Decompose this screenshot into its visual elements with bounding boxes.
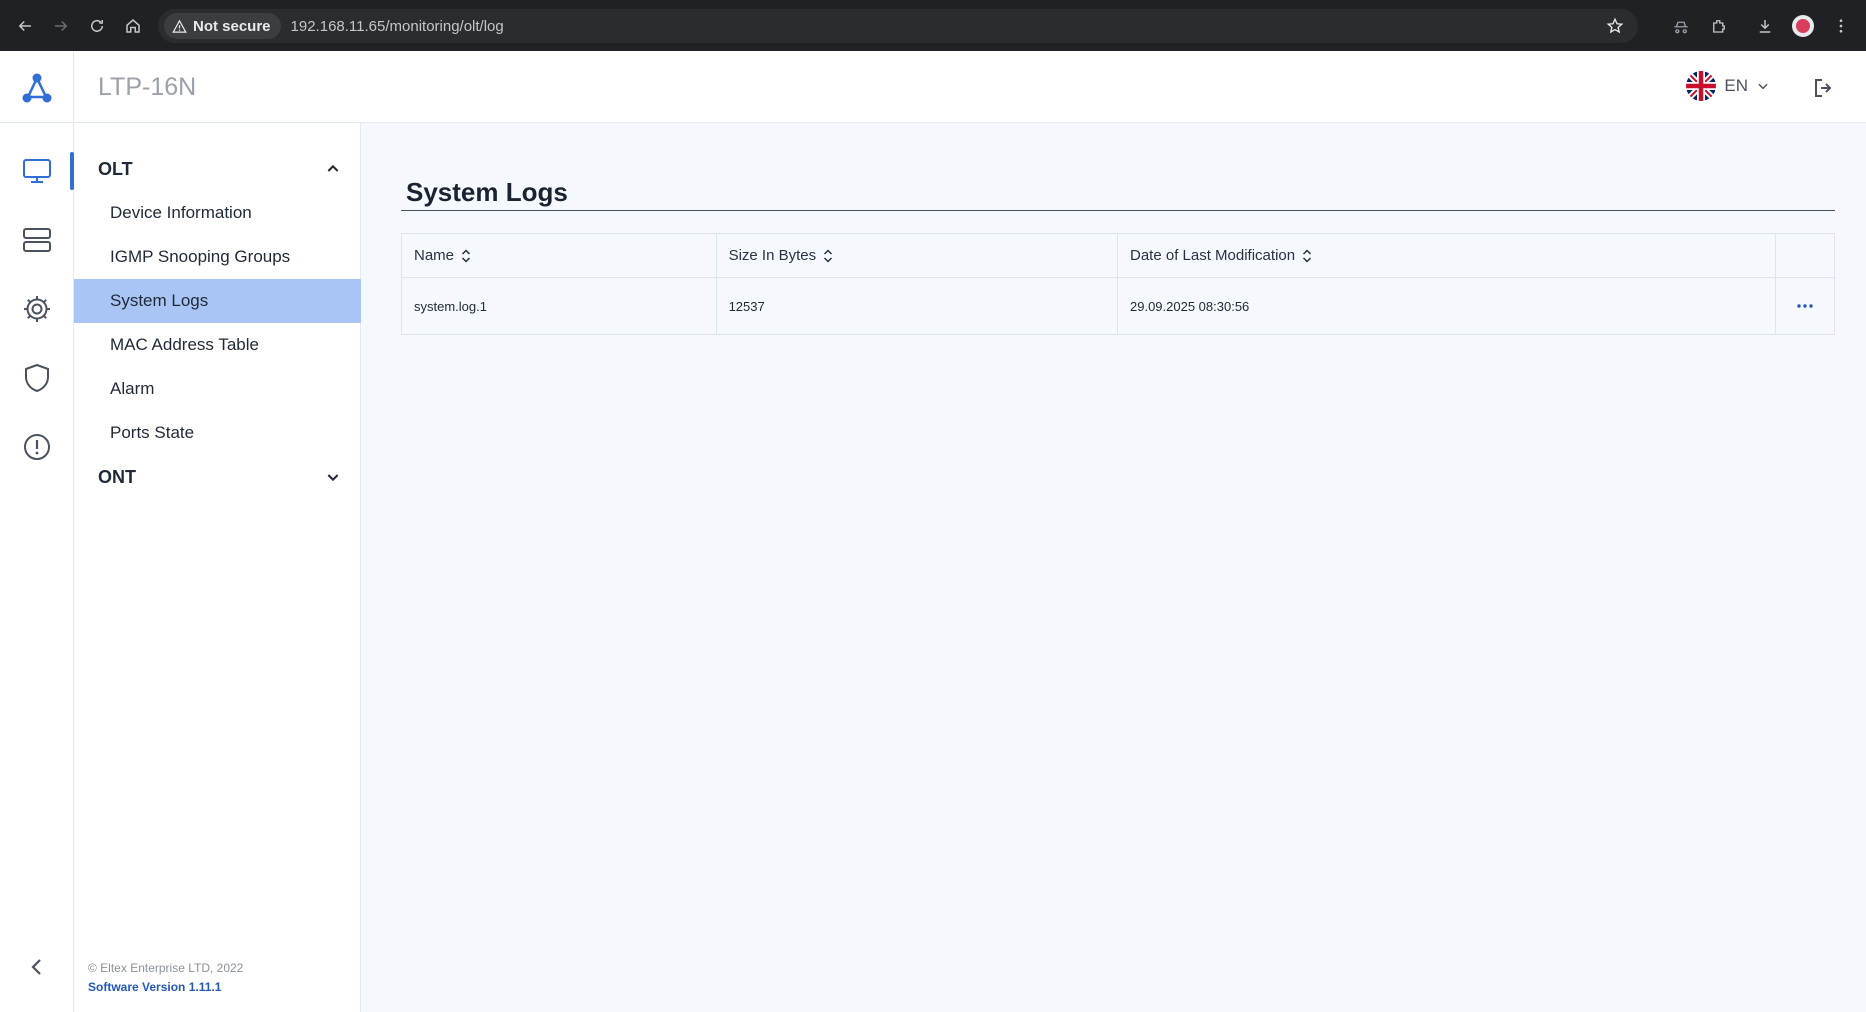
sort-icon: [461, 248, 471, 263]
menu-item-label: MAC Address Table: [110, 335, 259, 354]
menu-item-label: System Logs: [110, 291, 209, 310]
column-header-size[interactable]: Size In Bytes: [717, 234, 1118, 277]
home-button[interactable]: [116, 9, 150, 43]
language-selector[interactable]: EN: [1686, 71, 1770, 101]
menu-item-ports-state[interactable]: Ports State: [74, 411, 361, 455]
logs-table: Name Size In Bytes Date of Last Modifica…: [401, 233, 1835, 335]
icon-rail: [0, 123, 74, 1012]
menu-item-device-information[interactable]: Device Information: [74, 191, 361, 235]
column-header-label: Size In Bytes: [728, 247, 817, 264]
shield-icon: [25, 363, 49, 393]
table-header-row: Name Size In Bytes Date of Last Modifica…: [402, 234, 1834, 278]
menu-item-igmp-snooping-groups[interactable]: IGMP Snooping Groups: [74, 235, 361, 279]
menu-group-label: OLT: [98, 158, 133, 179]
menu-group-olt[interactable]: OLT: [74, 147, 361, 191]
address-bar[interactable]: Not secure 192.168.11.65/monitoring/olt/…: [158, 9, 1638, 43]
header-separator: [73, 51, 74, 123]
browser-actions: [1670, 0, 1866, 51]
arrow-right-icon: [55, 20, 68, 31]
security-label: Not secure: [193, 17, 271, 35]
app-title: LTP-16N: [98, 73, 197, 101]
sort-icon: [824, 248, 833, 263]
menu-item-label: IGMP Snooping Groups: [110, 247, 291, 266]
menu-item-mac-address-table[interactable]: MAC Address Table: [74, 323, 361, 367]
bookmark-star-icon[interactable]: [1606, 17, 1624, 35]
column-header-label: Name: [414, 247, 455, 264]
chevron-down-icon: [327, 474, 339, 482]
rail-item-devices[interactable]: [0, 215, 74, 265]
menu-group-ont[interactable]: ONT: [74, 455, 361, 499]
rail-item-security[interactable]: [0, 353, 74, 403]
chevron-left-icon[interactable]: [25, 955, 49, 979]
main-content: System Logs Name Size In Bytes Date of L…: [361, 123, 1866, 1012]
browser-toolbar: Not secure 192.168.11.65/monitoring/olt/…: [0, 0, 1866, 51]
alert-circle-icon: [24, 434, 50, 460]
copyright-text: © Eltex Enterprise LTD, 2022: [88, 961, 244, 975]
column-header-actions: [1776, 234, 1834, 277]
warning-icon: [172, 19, 187, 33]
eltex-logo-icon[interactable]: [20, 71, 54, 105]
arrow-left-icon: [18, 20, 31, 31]
page-title: System Logs: [406, 177, 568, 207]
submenu-panel: OLT Device Information IGMP Snooping Gro…: [74, 123, 361, 1012]
uk-flag-icon: [1686, 71, 1717, 101]
profile-avatar[interactable]: [1792, 14, 1814, 37]
reload-button[interactable]: [80, 9, 114, 43]
server-icon: [23, 228, 51, 252]
column-header-name[interactable]: Name: [402, 234, 717, 277]
gear-icon: [24, 296, 50, 322]
chevron-down-icon: [1758, 83, 1768, 90]
title-divider: [401, 210, 1835, 211]
download-icon[interactable]: [1754, 15, 1776, 37]
reload-icon: [91, 19, 103, 32]
rail-item-monitoring[interactable]: [0, 146, 74, 196]
menu-group-label: ONT: [98, 466, 136, 487]
cell-name: system.log.1: [402, 278, 717, 334]
row-actions-button[interactable]: [1776, 278, 1834, 334]
logout-icon[interactable]: [1812, 76, 1836, 100]
menu-item-system-logs[interactable]: System Logs: [74, 279, 361, 323]
security-indicator[interactable]: Not secure: [164, 13, 281, 39]
menu-item-alarm[interactable]: Alarm: [74, 367, 361, 411]
forward-button[interactable]: [44, 9, 78, 43]
table-row[interactable]: system.log.1 12537 29.09.2025 08:30:56: [402, 278, 1834, 334]
rail-item-alarms[interactable]: [0, 422, 74, 472]
menu-item-label: Device Information: [110, 203, 252, 222]
cell-modified: 29.09.2025 08:30:56: [1118, 278, 1777, 334]
app-header: LTP-16N EN: [0, 51, 1866, 123]
monitor-icon: [23, 159, 51, 183]
menu-item-label: Ports State: [110, 423, 195, 442]
column-header-date[interactable]: Date of Last Modification: [1118, 234, 1777, 277]
more-horizontal-icon: [1797, 304, 1813, 308]
url-text[interactable]: 192.168.11.65/monitoring/olt/log: [291, 18, 504, 35]
extensions-icon[interactable]: [1708, 15, 1730, 37]
home-icon: [126, 18, 140, 33]
menu-item-label: Alarm: [110, 379, 155, 398]
cell-size: 12537: [717, 278, 1118, 334]
chevron-up-icon: [327, 164, 339, 172]
back-button[interactable]: [8, 9, 42, 43]
rail-item-settings[interactable]: [0, 284, 74, 334]
incognito-icon[interactable]: [1670, 15, 1692, 37]
language-label: EN: [1724, 76, 1748, 95]
column-header-label: Date of Last Modification: [1130, 247, 1296, 264]
software-version-link[interactable]: Software Version 1.11.1: [88, 980, 221, 994]
sort-icon: [1303, 248, 1312, 263]
browser-menu-icon[interactable]: [1830, 15, 1852, 37]
